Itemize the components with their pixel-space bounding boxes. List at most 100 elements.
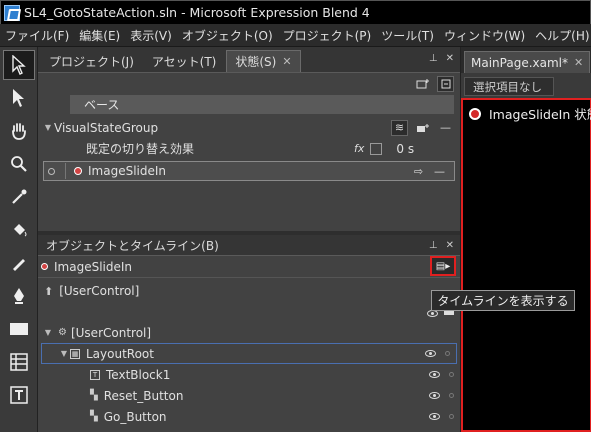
easing-icon[interactable]: ≋: [391, 119, 408, 136]
collapse-triangle-icon[interactable]: ▼: [42, 123, 54, 132]
scope-row[interactable]: ⬆ [UserControl]: [38, 278, 460, 304]
tree-item-reset-button[interactable]: ▚ Reset_Button: [38, 385, 460, 406]
direct-selection-tool-icon[interactable]: [3, 83, 35, 113]
record-icon[interactable]: [469, 107, 481, 120]
state-name: ImageSlideIn: [88, 164, 167, 178]
remove-state-icon[interactable]: —: [431, 163, 448, 179]
close-icon[interactable]: ✕: [574, 56, 583, 69]
tree-item-textblock1[interactable]: T TextBlock1: [38, 364, 460, 385]
lock-icon[interactable]: [449, 414, 454, 419]
title-bar: SL4_GotoStateAction.sln - Microsoft Expr…: [0, 0, 591, 24]
timeline-icon: ▤▸: [435, 260, 451, 272]
menu-object[interactable]: オブジェクト(O): [182, 27, 273, 44]
lock-icon[interactable]: [445, 351, 450, 356]
menu-help[interactable]: ヘルプ(H): [535, 27, 589, 44]
menu-bar: ファイル(F) 編集(E) 表示(V) オブジェクト(O) プロジェクト(P) …: [0, 24, 591, 47]
lock-icon[interactable]: [449, 393, 454, 398]
base-state-row[interactable]: ベース: [70, 95, 454, 114]
states-toolbar: [38, 73, 460, 95]
tooltip: タイムラインを表示する: [431, 290, 575, 311]
pen-tool-icon[interactable]: [3, 281, 35, 311]
artboard[interactable]: ImageSlideIn 状態: [461, 98, 591, 432]
text-tool-icon[interactable]: [3, 380, 35, 410]
close-icon[interactable]: ✕: [282, 55, 291, 68]
tree-item-label: Go_Button: [103, 409, 167, 424]
tab-states[interactable]: 状態(S) ✕: [226, 50, 301, 72]
textblock-icon: T: [90, 369, 100, 380]
base-state-label: ベース: [84, 98, 120, 112]
grid-layout-tool-icon[interactable]: [3, 347, 35, 377]
tab-mainpage[interactable]: MainPage.xaml* ✕: [464, 51, 591, 73]
add-state-group-icon[interactable]: [414, 76, 431, 92]
collapse-triangle-icon[interactable]: ▼: [58, 349, 70, 358]
eyedropper-tool-icon[interactable]: [3, 182, 35, 212]
lock-icon[interactable]: [449, 372, 454, 377]
tree-item-label: LayoutRoot: [86, 346, 154, 361]
menu-tools[interactable]: ツール(T): [381, 27, 434, 44]
rectangle-tool-icon[interactable]: [3, 314, 35, 344]
grid-icon: ▦: [70, 348, 80, 359]
toolbox: [0, 47, 38, 432]
pin-icon[interactable]: ⊥: [429, 240, 438, 251]
row-divider: [65, 163, 66, 179]
collapse-triangle-icon[interactable]: ▼: [42, 328, 54, 337]
eye-icon[interactable]: [429, 413, 440, 420]
tab-project[interactable]: プロジェクト(J): [41, 50, 142, 72]
pan-hand-tool-icon[interactable]: [3, 116, 35, 146]
tab-states-label: 状態(S): [235, 55, 277, 69]
menu-project[interactable]: プロジェクト(P): [283, 27, 372, 44]
selection-tool-icon[interactable]: [3, 50, 35, 80]
show-timeline-button[interactable]: ▤▸: [430, 256, 456, 276]
transition-time[interactable]: 0 s: [396, 142, 414, 156]
button-icon: ▚: [90, 390, 98, 401]
panel-tabs: プロジェクト(J) アセット(T) 状態(S) ✕ ⊥ ✕: [38, 47, 460, 73]
object-tree: ⬆ [UserControl] ▼ ⚙ [UserControl] ▼ ▦ La…: [38, 278, 460, 427]
record-indicator-icon: [41, 263, 48, 270]
easing-graph-icon[interactable]: [370, 142, 383, 155]
scope-label: [UserControl]: [59, 284, 140, 298]
button-icon: ▚: [90, 411, 98, 422]
tree-item-go-button[interactable]: ▚ Go_Button: [38, 406, 460, 427]
close-icon[interactable]: ✕: [446, 240, 454, 251]
eye-icon[interactable]: [429, 371, 440, 378]
default-transition-row[interactable]: 既定の切り替え効果 fx 0 s: [38, 138, 460, 159]
lock-bar-icon[interactable]: [444, 311, 454, 315]
menu-file[interactable]: ファイル(F): [5, 27, 69, 44]
scope-up-icon[interactable]: ⬆: [44, 285, 53, 298]
state-row-imageslidein[interactable]: ImageSlideIn ⇨ —: [43, 161, 455, 181]
menu-edit[interactable]: 編集(E): [79, 27, 120, 44]
transition-preview-icon[interactable]: [437, 76, 454, 92]
objects-panel-controls: ⊥ ✕: [429, 240, 454, 251]
blend-app-icon: [4, 4, 20, 21]
easing-function-icon[interactable]: fx: [354, 142, 364, 155]
paint-bucket-tool-icon[interactable]: [3, 215, 35, 245]
zoom-tool-icon[interactable]: [3, 149, 35, 179]
tree-item-usercontrol[interactable]: ▼ ⚙ [UserControl]: [38, 322, 460, 343]
objects-timeline-header: オブジェクトとタイムライン(B) ⊥ ✕: [38, 235, 460, 256]
add-transition-icon[interactable]: ⇨: [410, 163, 427, 179]
brush-transform-tool-icon[interactable]: [3, 248, 35, 278]
current-state-label: ImageSlideIn: [54, 259, 133, 274]
document-tabs: MainPage.xaml* ✕: [461, 47, 591, 73]
document-tab-label: MainPage.xaml*: [471, 55, 568, 70]
remove-icon[interactable]: —: [437, 120, 454, 136]
panel-controls: ⊥ ✕: [429, 53, 454, 64]
eye-icon[interactable]: [425, 350, 436, 357]
tree-item-label: TextBlock1: [106, 367, 171, 382]
tab-assets[interactable]: アセット(T): [144, 50, 224, 72]
default-transition-label: 既定の切り替え効果: [86, 142, 195, 156]
document-panel: MainPage.xaml* ✕ 選択項目なし ImageSlideIn 状態: [460, 47, 591, 432]
add-state-icon[interactable]: [414, 120, 431, 136]
tree-item-label: [UserControl]: [70, 325, 152, 340]
eye-icon[interactable]: [429, 392, 440, 399]
window-title: SL4_GotoStateAction.sln - Microsoft Expr…: [24, 5, 370, 20]
menu-view[interactable]: 表示(V): [130, 27, 172, 44]
states-panel: プロジェクト(J) アセット(T) 状態(S) ✕ ⊥ ✕ ベース ▼ Visu…: [38, 47, 575, 432]
pin-icon[interactable]: ⊥: [429, 53, 438, 64]
visual-state-group-row[interactable]: ▼ VisualStateGroup ≋ —: [38, 117, 460, 138]
close-icon[interactable]: ✕: [446, 53, 454, 64]
menu-window[interactable]: ウィンドウ(W): [444, 27, 525, 44]
selection-breadcrumb[interactable]: 選択項目なし: [464, 77, 554, 96]
current-state-bar: ImageSlideIn ▤▸: [38, 256, 460, 278]
tree-item-layoutroot[interactable]: ▼ ▦ LayoutRoot: [41, 343, 457, 364]
